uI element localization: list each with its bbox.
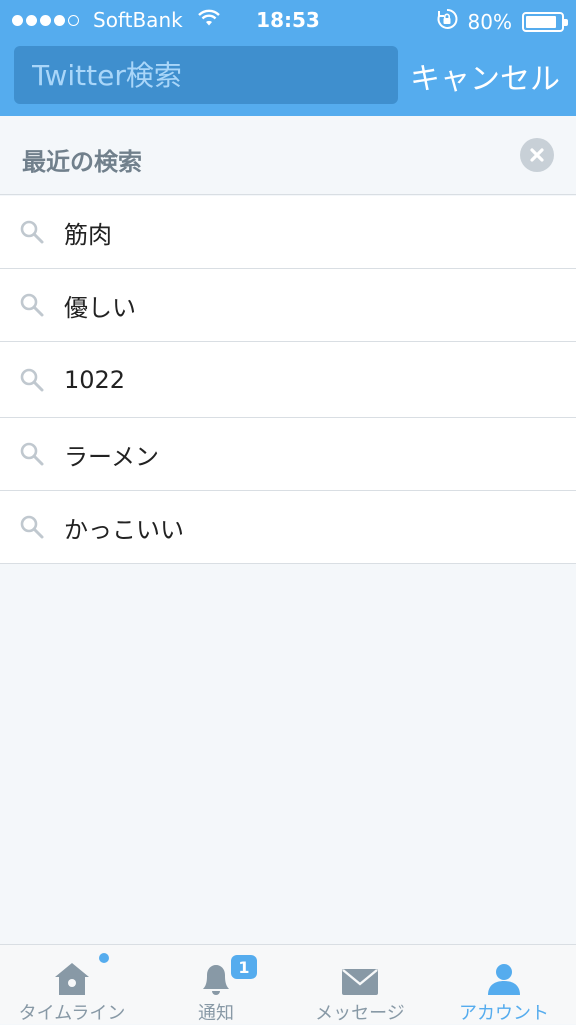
new-tweets-indicator	[99, 953, 109, 963]
home-icon	[53, 953, 109, 997]
list-item[interactable]: 優しい	[0, 269, 576, 342]
recent-searches-header: 最近の検索	[0, 116, 576, 195]
search-icon	[0, 514, 64, 540]
search-field[interactable]	[14, 46, 398, 104]
list-item-label: 筋肉	[64, 220, 112, 249]
battery-percent: 80%	[467, 9, 512, 34]
battery-icon	[522, 11, 568, 32]
status-bar: SoftBank 18:53 80%	[0, 0, 576, 38]
tab-messages[interactable]: メッセージ	[288, 945, 432, 1025]
tab-account[interactable]: アカウント	[432, 945, 576, 1025]
search-icon	[0, 292, 64, 318]
list-item[interactable]: 1022	[0, 342, 576, 418]
search-icon	[0, 441, 64, 467]
tab-label: 通知	[198, 1003, 234, 1024]
bell-icon: 1	[199, 953, 257, 997]
search-input[interactable]	[14, 46, 398, 104]
top-bar: SoftBank 18:53 80% Twitter検索 キャンセル	[0, 0, 576, 116]
list-item[interactable]: ラーメン	[0, 418, 576, 491]
status-right: 80%	[436, 8, 568, 35]
recent-searches-title: 最近の検索	[22, 148, 142, 176]
person-icon	[485, 953, 523, 997]
orientation-lock-icon	[436, 8, 458, 35]
envelope-icon	[340, 953, 380, 997]
cancel-button[interactable]: キャンセル	[410, 54, 560, 98]
recent-searches-list: 筋肉 優しい 1022 ラーメン かっこいい	[0, 196, 576, 564]
tab-notifications[interactable]: 1 通知	[144, 945, 288, 1025]
list-item-label: ラーメン	[64, 442, 160, 471]
close-icon	[530, 148, 544, 162]
tab-label: メッセージ	[315, 1003, 405, 1024]
tab-label: タイムライン	[18, 1003, 126, 1024]
tab-bar: タイムライン 1 通知 メッセージ アカウント	[0, 944, 576, 1024]
search-icon	[0, 367, 64, 393]
tab-label: アカウント	[459, 1003, 549, 1024]
list-item[interactable]: かっこいい	[0, 491, 576, 564]
tab-timeline[interactable]: タイムライン	[0, 945, 144, 1025]
list-item-label: 優しい	[64, 293, 136, 322]
notification-badge: 1	[231, 955, 257, 979]
clear-recent-button[interactable]	[520, 138, 554, 172]
list-item-label: かっこいい	[64, 515, 184, 544]
list-item[interactable]: 筋肉	[0, 196, 576, 269]
search-icon	[0, 219, 64, 245]
list-item-label: 1022	[64, 365, 126, 394]
